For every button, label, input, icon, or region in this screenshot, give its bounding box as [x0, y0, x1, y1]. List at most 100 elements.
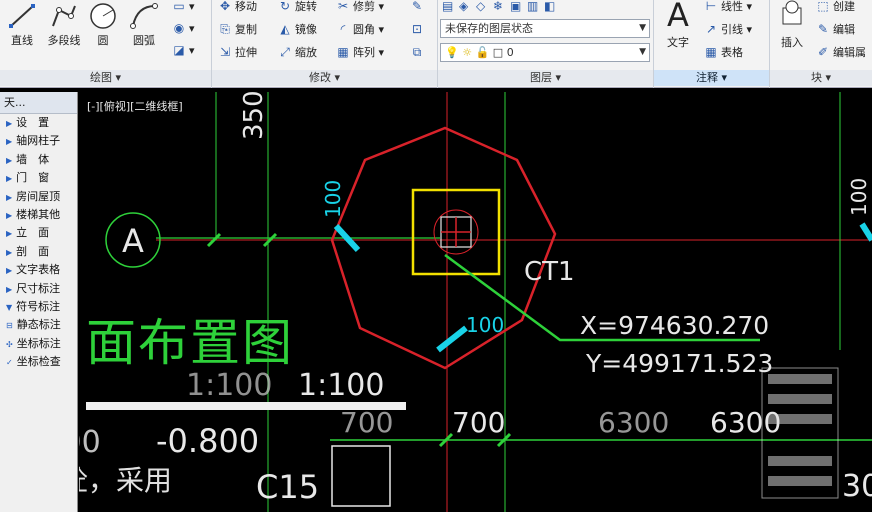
sidebar-item-room-roof[interactable]: ▶ 房间屋顶	[0, 188, 77, 206]
array-icon: ▦	[337, 45, 349, 59]
layer-freeze-icon[interactable]: ❄	[493, 0, 507, 16]
sidebar-item-section[interactable]: ▶ 剖 面	[0, 243, 77, 261]
triangle-down-icon: ▼	[6, 302, 13, 312]
edit-attr-icon: ✐	[817, 45, 829, 59]
copy-tool[interactable]: ⎘ 复制	[218, 19, 257, 39]
text-a-icon: A	[667, 0, 689, 32]
sidebar-item-text-table[interactable]: ▶ 文字表格	[0, 261, 77, 279]
canvas-drawing[interactable]: A 350 CT1 X=974630.270 Y=499171.523 100 …	[79, 92, 872, 512]
linear-dim-tool[interactable]: ⊢ 线性 ▾	[704, 0, 752, 16]
layer-panel-title[interactable]: 图层 ▾	[438, 70, 653, 86]
legend-row	[768, 394, 832, 404]
sidebar-item-stairs[interactable]: ▶ 楼梯其他	[0, 206, 77, 224]
dim-6300-ghost: 6300	[598, 406, 669, 439]
sidebar-item-static-label[interactable]: ⊟ 静态标注	[0, 316, 77, 334]
eye-icon: ◉	[173, 21, 185, 35]
layer-name: 0	[506, 46, 514, 59]
arc-tool[interactable]: 圆弧	[124, 2, 164, 48]
annotation-panel-title[interactable]: 注释 ▾	[654, 70, 769, 86]
offset-tool[interactable]: ⧉	[410, 42, 427, 62]
layer-current-icon[interactable]: ◧	[544, 0, 558, 16]
coord-x-label: X=974630.270	[580, 311, 769, 340]
circle-icon	[90, 3, 116, 29]
sidebar-item-settings[interactable]: ▶ 设 置	[0, 114, 77, 132]
axis-label: A	[122, 222, 144, 260]
polyline-tool[interactable]: 多段线	[42, 2, 86, 48]
move-tool[interactable]: ✥ 移动	[218, 0, 257, 16]
sidebar-item-symbol[interactable]: ▼ 符号标注	[0, 298, 77, 316]
fillet-tool[interactable]: ◜ 圆角 ▾	[336, 19, 384, 39]
triangle-right-icon: ▶	[6, 247, 13, 257]
region-icon: ◪	[173, 43, 185, 57]
triangle-right-icon: ▶	[6, 174, 13, 184]
table-icon: ▦	[705, 45, 717, 59]
layer-select-combo[interactable]: 💡 ☼ 🔓 □ 0 ▼	[440, 43, 650, 62]
dim-top-text: 350	[239, 92, 269, 140]
tangent-sidebar: 天... ▶ 设 置 ▶ 轴网柱子 ▶ 墙 体 ▶ 门 窗 ▶ 房间屋顶 ▶ 楼梯其他 ▶ 立…	[0, 92, 78, 512]
circle-tool[interactable]: 圆	[88, 2, 118, 48]
svg-text:A: A	[667, 0, 689, 32]
rotate-tool[interactable]: ↻ 旋转	[278, 0, 317, 16]
legend-row	[768, 476, 832, 486]
bulb-icon: 💡	[445, 46, 459, 59]
scale-text-ghost: 1:100	[186, 368, 272, 403]
sidebar-item-coord-check[interactable]: ✓ 坐标检查	[0, 353, 77, 371]
modify-panel-title[interactable]: 修改 ▾	[212, 70, 437, 86]
layer-lock-icon[interactable]: ▣	[510, 0, 524, 16]
annotation-panel: A 文字 ⊢ 线性 ▾ ↗ 引线 ▾ ▦ 表格 注释 ▾	[654, 0, 770, 88]
draw-panel: 直线 多段线 圆 圆弧 ▭ ▾ ◉ ▾ ◪ ▾ 绘图 ▾	[0, 0, 212, 88]
arc-label: 圆弧	[133, 34, 155, 47]
line-tool[interactable]: 直线	[4, 2, 40, 48]
layer-iso-icon[interactable]: ◇	[476, 0, 490, 16]
sidebar-item-axis-column[interactable]: ▶ 轴网柱子	[0, 132, 77, 150]
scale-icon: ⤢	[280, 45, 290, 59]
sidebar-item-door-window[interactable]: ▶ 门 窗	[0, 169, 77, 187]
rectangle-icon: ▭	[173, 0, 185, 13]
insert-block-icon	[782, 0, 802, 25]
leader-tool[interactable]: ↗ 引线 ▾	[704, 19, 752, 39]
triangle-right-icon: ▶	[6, 284, 13, 294]
elev-text: -0.800	[156, 422, 259, 460]
rectangle-tool[interactable]: ▭ ▾	[172, 0, 194, 16]
sidebar-header[interactable]: 天...	[0, 92, 77, 114]
array-tool[interactable]: ▦ 阵列 ▾	[336, 42, 384, 62]
layer-walk-icon[interactable]: ▥	[527, 0, 541, 16]
insert-tool[interactable]: 插入	[772, 0, 812, 50]
sidebar-item-wall[interactable]: ▶ 墙 体	[0, 151, 77, 169]
layer-tools-row: ▤◈ ◇ ❄▣▥◧	[442, 0, 561, 16]
create-block-tool[interactable]: ⬚ 创建	[816, 0, 855, 16]
trim-tool[interactable]: ✂ 修剪 ▾	[336, 0, 384, 16]
layer-state-combo[interactable]: 未保存的图层状态 ▼	[440, 19, 650, 38]
block-panel-title[interactable]: 块 ▾	[770, 70, 872, 86]
trim-icon: ✂	[337, 0, 349, 13]
draw-panel-title[interactable]: 绘图 ▾	[0, 70, 211, 86]
table-tool[interactable]: ▦ 表格	[704, 42, 743, 62]
edit-attr-tool[interactable]: ✐ 编辑属	[816, 42, 866, 62]
sidebar-item-dimension[interactable]: ▶ 尺寸标注	[0, 280, 77, 298]
edit-block-tool[interactable]: ✎ 编辑	[816, 19, 855, 39]
triangle-right-icon: ▶	[6, 192, 13, 202]
erase-tool[interactable]: ✎	[410, 0, 427, 16]
explode-tool[interactable]: ⊡	[410, 19, 427, 39]
stretch-tool[interactable]: ⇲ 拉伸	[218, 42, 257, 62]
text-tool[interactable]: A 文字	[658, 0, 698, 50]
explode-icon: ⊡	[411, 22, 423, 36]
scale-tool[interactable]: ⤢ 缩放	[278, 42, 317, 62]
edit-block-icon: ✎	[817, 22, 829, 36]
sidebar-item-coord-label[interactable]: ✣ 坐标标注	[0, 335, 77, 353]
concrete-text: C15	[256, 468, 319, 506]
drawing-canvas[interactable]: A 350 CT1 X=974630.270 Y=499171.523 100 …	[79, 92, 872, 512]
circle-label: 圆	[97, 34, 109, 47]
sidebar-item-elevation[interactable]: ▶ 立 面	[0, 224, 77, 242]
stretch-icon: ⇲	[219, 45, 231, 59]
polyline-label: 多段线	[47, 34, 81, 47]
viewport-label[interactable]: [-][俯视][二维线框]	[87, 98, 183, 114]
layer-match-icon[interactable]: ◈	[459, 0, 473, 16]
layer-properties-icon[interactable]: ▤	[442, 0, 456, 16]
sun-icon: ☼	[462, 46, 473, 59]
region-tool[interactable]: ◪ ▾	[172, 40, 194, 60]
dim-marker-cyan	[436, 325, 468, 353]
mirror-tool[interactable]: ◭ 镜像	[278, 19, 317, 39]
triangle-right-icon: ▶	[6, 229, 13, 239]
hatch-tool[interactable]: ◉ ▾	[172, 18, 195, 38]
